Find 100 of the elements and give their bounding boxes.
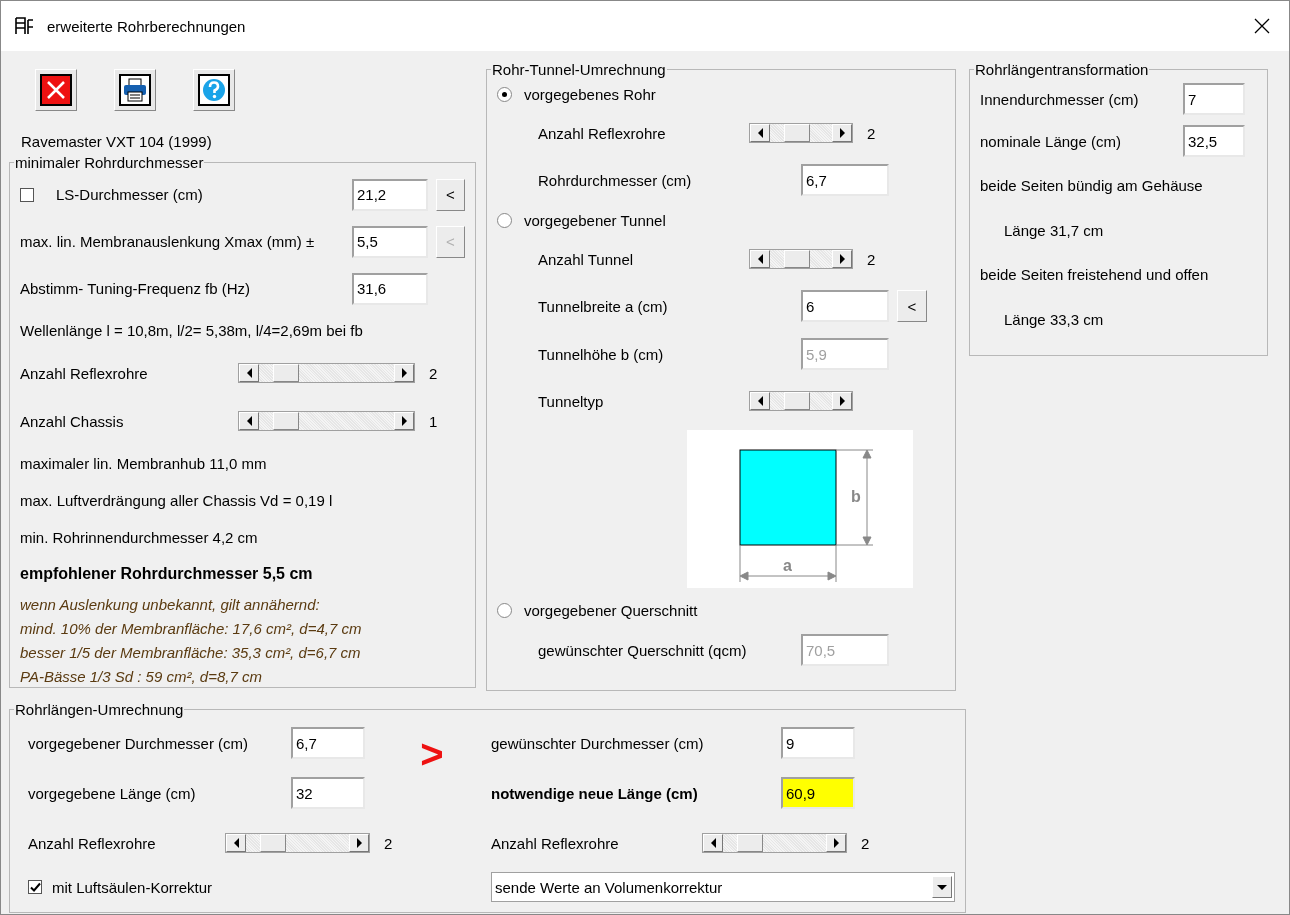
scroll-bar[interactable] <box>749 123 853 143</box>
scroll-thumb[interactable] <box>737 834 763 852</box>
radio-label: vorgegebenes Rohr <box>524 85 656 103</box>
scroll-right-button[interactable] <box>832 392 852 410</box>
info-text: beide Seiten bündig am Gehäuse <box>980 177 1203 194</box>
count-value: 2 <box>429 364 438 382</box>
app-icon <box>13 15 35 37</box>
scroll-left-button[interactable] <box>750 392 770 410</box>
group-title: Rohrlängentransformation <box>974 61 1150 78</box>
model-name: Ravemaster VXT 104 (1999) <box>21 133 213 150</box>
input-field[interactable]: 7 <box>1183 83 1245 115</box>
input-field[interactable]: 60,9 <box>781 777 855 809</box>
field-label: notwendige neue Länge (cm) <box>491 784 698 802</box>
help-icon <box>198 74 230 106</box>
scroll-thumb[interactable] <box>784 124 810 142</box>
scroll-left-button[interactable] <box>239 364 259 382</box>
scroll-left-button[interactable] <box>750 124 770 142</box>
field-label: vorgegebener Durchmesser (cm) <box>28 734 249 752</box>
info-text: maximaler lin. Membranhub 11,0 mm <box>20 455 267 472</box>
scroll-thumb[interactable] <box>273 364 299 382</box>
close-icon <box>40 74 72 106</box>
scroll-bar[interactable] <box>702 833 847 853</box>
field-label: max. lin. Membranauslenkung Xmax (mm) ± <box>20 233 315 250</box>
input-field[interactable]: 32 <box>291 777 365 809</box>
note-text: wenn Auslenkung unbekannt, gilt annähernd: <box>20 595 320 613</box>
info-text: beide Seiten freistehend und offen <box>980 266 1209 283</box>
apply-button[interactable]: < <box>897 290 927 322</box>
field-label: Tunnelhöhe b (cm) <box>538 345 664 363</box>
input-field[interactable]: 6,7 <box>291 727 365 759</box>
dropdown[interactable]: sende Werte an Volumenkorrektur <box>491 872 955 902</box>
group-title: Rohr-Tunnel-Umrechnung <box>491 61 667 78</box>
count-value: 2 <box>867 250 876 268</box>
radio-button[interactable] <box>497 86 512 102</box>
dropdown-button[interactable] <box>932 876 952 898</box>
scroll-left-button[interactable] <box>750 250 770 268</box>
input-field[interactable]: 6 <box>801 290 889 322</box>
info-text: max. Luftverdrängung aller Chassis Vd = 0,19 l <box>20 492 333 509</box>
field-label: vorgegebene Länge (cm) <box>28 784 196 802</box>
dimension-label: a <box>783 557 792 574</box>
scroll-thumb[interactable] <box>784 250 810 268</box>
printer-icon <box>119 74 151 106</box>
scroll-right-button[interactable] <box>826 834 846 852</box>
close-icon <box>1254 18 1270 34</box>
scroll-left-button[interactable] <box>226 834 246 852</box>
input-field[interactable]: 9 <box>781 727 855 759</box>
print-button[interactable] <box>114 69 156 111</box>
scroll-thumb[interactable] <box>273 412 299 430</box>
scroll-bar[interactable] <box>225 833 370 853</box>
field-label: gewünschter Durchmesser (cm) <box>491 734 704 752</box>
field-label: LS-Durchmesser (cm) <box>56 186 203 203</box>
close-button[interactable] <box>35 69 77 111</box>
info-text: Länge 31,7 cm <box>1004 221 1104 239</box>
checkbox-label: mit Luftsäulen-Korrektur <box>52 878 213 896</box>
scroll-right-button[interactable] <box>394 364 414 382</box>
help-button[interactable] <box>193 69 235 111</box>
checkbox[interactable] <box>20 187 34 202</box>
field-label: nominale Länge (cm) <box>980 132 1121 150</box>
info-text: Wellenlänge l = 10,8m, l/2= 5,38m, l/4=2,69m bei fb <box>20 322 363 339</box>
field-label: Anzahl Tunnel <box>538 250 634 268</box>
input-field[interactable]: 6,7 <box>801 164 889 196</box>
count-value: 2 <box>384 834 393 852</box>
input-field[interactable]: 31,6 <box>352 272 428 305</box>
radio-button[interactable] <box>497 212 512 228</box>
note-text: mind. 10% der Membranfläche: 17,6 cm², d=4,7 cm <box>20 619 362 637</box>
group-title: minimaler Rohrdurchmesser <box>14 154 205 171</box>
apply-button[interactable]: < <box>436 178 465 211</box>
field-label: Anzahl Reflexrohre <box>491 834 619 852</box>
window-title: erweiterte Rohrberechnungen <box>47 17 247 35</box>
scroll-bar[interactable] <box>238 363 415 383</box>
scroll-thumb[interactable] <box>784 392 810 410</box>
scroll-bar[interactable] <box>749 249 853 269</box>
scroll-bar[interactable] <box>238 411 415 431</box>
info-text: Länge 33,3 cm <box>1004 310 1104 328</box>
scroll-right-button[interactable] <box>832 124 852 142</box>
input-field[interactable]: 32,5 <box>1183 125 1245 157</box>
scroll-right-button[interactable] <box>394 412 414 430</box>
note-text: PA-Bässe 1/3 Sd : 59 cm², d=8,7 cm <box>20 667 262 685</box>
scroll-bar[interactable] <box>749 391 853 411</box>
scroll-right-button[interactable] <box>349 834 369 852</box>
field-label: Anzahl Chassis <box>20 412 124 430</box>
field-label: Tunnelbreite a (cm) <box>538 297 668 315</box>
scroll-thumb[interactable] <box>260 834 286 852</box>
recommendation-text: empfohlener Rohrdurchmesser 5,5 cm <box>20 565 313 583</box>
field-label: gewünschter Querschnitt (qcm) <box>538 641 747 659</box>
radio-label: vorgegebener Tunnel <box>524 211 666 229</box>
info-text: min. Rohrinnendurchmesser 4,2 cm <box>20 529 258 546</box>
input-field[interactable]: 5,5 <box>352 225 428 258</box>
scroll-left-button[interactable] <box>703 834 723 852</box>
note-text: besser 1/5 der Membranfläche: 35,3 cm², d=6,7 cm <box>20 643 361 661</box>
scroll-left-button[interactable] <box>239 412 259 430</box>
input-field[interactable]: 21,2 <box>352 178 428 211</box>
count-value: 2 <box>861 834 870 852</box>
radio-button[interactable] <box>497 602 512 618</box>
checkbox[interactable] <box>28 880 42 894</box>
scroll-right-button[interactable] <box>832 250 852 268</box>
field-label: Anzahl Reflexrohre <box>28 834 156 852</box>
radio-label: vorgegebener Querschnitt <box>524 601 698 619</box>
caret-icon <box>937 884 947 890</box>
field-label: Rohrdurchmesser (cm) <box>538 171 692 189</box>
count-value: 1 <box>429 412 438 430</box>
